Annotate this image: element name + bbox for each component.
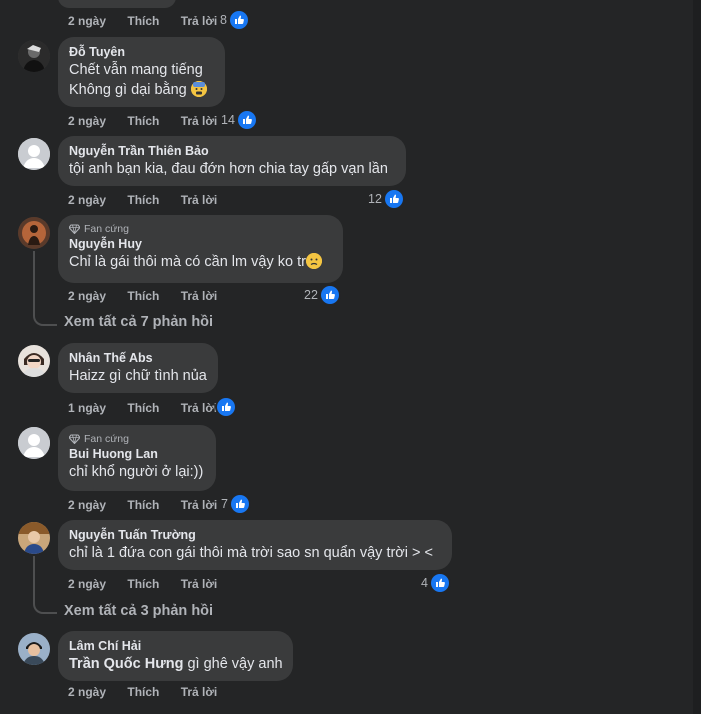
comment-actions: 1 ngày Thích Trả lời <box>68 401 235 415</box>
badge-label: Fan cứng <box>84 433 129 445</box>
top-fan-badge: Fan cứng <box>69 222 332 236</box>
comment-time[interactable]: 2 ngày <box>68 14 106 28</box>
comment-actions: 2 ngày Thích Trả lời <box>68 14 235 28</box>
reaction-number: 14 <box>221 113 235 127</box>
comment-text-line: chỉ là 1 đứa con gái thôi mà trời sao sn… <box>69 545 434 561</box>
comment-bubble: Nguyễn Tuấn Trường chỉ là 1 đứa con gái … <box>58 520 452 570</box>
comment-actions: 2 ngày Thích Trả lời <box>68 289 235 303</box>
like-button[interactable]: Thích <box>127 498 159 512</box>
comment-author[interactable]: Nhân Thế Abs <box>69 350 207 366</box>
scrollbar[interactable] <box>693 0 701 714</box>
reply-button[interactable]: Trả lời <box>181 401 218 415</box>
comment-text-line: Không gì dại bằng <box>69 80 214 100</box>
reaction-count[interactable]: 14 <box>221 111 256 129</box>
like-button[interactable]: Thích <box>127 401 159 415</box>
like-button[interactable]: Thích <box>127 114 159 128</box>
thumbs-up-icon <box>320 286 339 304</box>
diamond-icon <box>69 224 80 234</box>
reply-button[interactable]: Trả lời <box>181 685 218 699</box>
reaction-number: 7 <box>221 497 228 511</box>
like-button[interactable]: Thích <box>127 289 159 303</box>
view-replies-link[interactable]: Xem tất cả 3 phản hồi <box>64 603 213 619</box>
comment-author[interactable]: Nguyễn Huy <box>69 236 332 252</box>
like-button[interactable]: Thích <box>127 14 159 28</box>
thread-connector <box>33 588 57 614</box>
frown-emoji-icon <box>305 253 322 269</box>
reply-button[interactable]: Trả lời <box>181 498 218 512</box>
reaction-count[interactable]: 7 <box>221 495 249 513</box>
avatar[interactable] <box>18 345 50 377</box>
badge-label: Fan cứng <box>84 223 129 235</box>
reaction-number: 8 <box>220 13 227 27</box>
comment-bubble: Fan cứng Nguyễn Huy Chỉ là gái thôi mà c… <box>58 215 343 283</box>
avatar[interactable] <box>18 633 50 665</box>
comment-bubble: Đỗ Tuyên Chết vẫn mang tiếng Không gì dạ… <box>58 37 225 107</box>
thumbs-up-icon <box>237 111 256 129</box>
comment-bubble: Nhân Thế Abs Haizz gì chữ tình nủa <box>58 343 218 393</box>
anxious-emoji-icon <box>190 81 207 97</box>
comment-time[interactable]: 1 ngày <box>68 401 106 415</box>
comment-bubble: Lâm Chí Hải Trần Quốc Hưng gì ghê vậy an… <box>58 631 293 681</box>
comment-text-line: tội anh bạn kia, đau đớn hơn chia tay gấ… <box>69 161 388 177</box>
reply-button[interactable]: Trả lời <box>181 114 218 128</box>
like-button[interactable]: Thích <box>127 577 159 591</box>
comment-text-line: Haizz gì chữ tình nủa <box>69 368 207 384</box>
thumbs-up-icon <box>430 574 449 592</box>
like-button[interactable]: Thích <box>127 685 159 699</box>
comment-actions: 2 ngày Thích Trả lời <box>68 685 235 699</box>
previous-comment-bubble-edge <box>58 0 176 8</box>
comment-author[interactable]: Nguyễn Tuấn Trường <box>69 527 441 543</box>
comment-author[interactable]: Lâm Chí Hải <box>69 638 282 654</box>
avatar[interactable] <box>18 522 50 554</box>
comment-text-line: Chết vẫn mang tiếng <box>69 62 203 78</box>
reaction-number: 22 <box>304 288 318 302</box>
comment-actions: 2 ngày Thích Trả lời <box>68 193 235 207</box>
reply-button[interactable]: Trả lời <box>181 289 218 303</box>
thumbs-up-icon <box>217 398 235 416</box>
reaction-count[interactable]: 4 <box>421 574 449 592</box>
comment-time[interactable]: 2 ngày <box>68 685 106 699</box>
reaction-number: 12 <box>368 192 382 206</box>
comment-time[interactable]: 2 ngày <box>68 498 106 512</box>
thumbs-up-icon <box>384 190 403 208</box>
comment-actions: 2 ngày Thích Trả lời <box>68 498 235 512</box>
comment-actions: 2 ngày Thích Trả lời <box>68 577 235 591</box>
comment-author[interactable]: Nguyễn Trần Thiên Bảo <box>69 143 395 159</box>
reaction-number: 4 <box>421 576 428 590</box>
avatar[interactable] <box>18 217 50 249</box>
reply-button[interactable]: Trả lời <box>181 14 218 28</box>
comment-text-line: Chỉ là gái thôi mà có cần lm vậy ko tr <box>69 252 332 272</box>
comment-author[interactable]: Bui Huong Lan <box>69 446 205 462</box>
comment-time[interactable]: 2 ngày <box>68 289 106 303</box>
comment-text-line: Trần Quốc Hưng gì ghê vậy anh <box>69 656 283 672</box>
comment-bubble: Fan cứng Bui Huong Lan chỉ khổ người ở l… <box>58 425 216 491</box>
top-fan-badge: Fan cứng <box>69 432 205 446</box>
comment-time[interactable]: 2 ngày <box>68 577 106 591</box>
comment-actions: 2 ngày Thích Trả lời <box>68 114 235 128</box>
reaction-count[interactable] <box>217 398 235 416</box>
reaction-count[interactable]: 12 <box>368 190 403 208</box>
comment-author[interactable]: Đỗ Tuyên <box>69 44 214 60</box>
comment-text-line: chỉ khổ người ở lại:)) <box>69 464 204 480</box>
mention-link[interactable]: Trần Quốc Hưng <box>69 656 183 672</box>
comment-bubble: Nguyễn Trần Thiên Bảo tội anh bạn kia, đ… <box>58 136 406 186</box>
reaction-count[interactable]: 8 <box>220 11 248 29</box>
comment-time[interactable]: 2 ngày <box>68 114 106 128</box>
default-avatar-icon[interactable] <box>18 427 50 459</box>
like-button[interactable]: Thích <box>127 193 159 207</box>
reply-button[interactable]: Trả lời <box>181 577 218 591</box>
view-replies-link[interactable]: Xem tất cả 7 phản hồi <box>64 314 213 330</box>
reply-button[interactable]: Trả lời <box>181 193 218 207</box>
reaction-count[interactable]: 22 <box>304 286 339 304</box>
thumbs-up-icon <box>230 495 249 513</box>
thumbs-up-icon <box>229 11 248 29</box>
default-avatar-icon[interactable] <box>18 138 50 170</box>
comment-time[interactable]: 2 ngày <box>68 193 106 207</box>
diamond-icon <box>69 434 80 444</box>
avatar[interactable] <box>18 40 50 72</box>
thread-connector <box>33 300 57 326</box>
